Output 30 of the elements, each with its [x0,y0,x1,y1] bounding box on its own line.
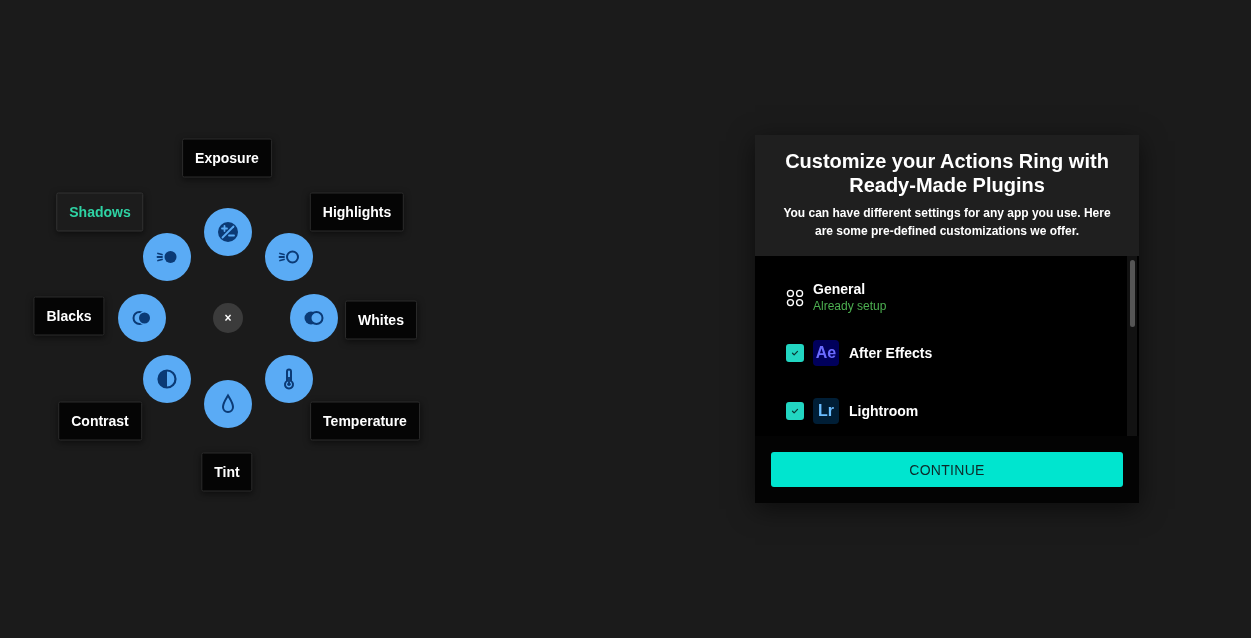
action-label: Shadows [56,192,144,232]
app-logo: Ae [813,340,839,366]
ring-action-button[interactable] [204,380,252,428]
plugin-name: General [813,281,867,298]
checkbox[interactable] [786,344,804,362]
plugin-name: After Effects [849,344,933,362]
dialog-title: Customize your Actions Ring with Ready-Made Plugins [784,149,1110,197]
checkmark-icon [790,348,800,358]
action-label: Exposure [182,138,272,178]
ring-action-button[interactable] [118,294,166,342]
four-circles-icon [785,288,805,308]
dialog-description: You can have different settings for any app you use. Here are some pre-defined customizations we offer. [782,205,1112,240]
action-label: Temperature [310,401,420,441]
close-button[interactable]: × [213,303,243,333]
checkmark-icon [790,406,800,416]
scrollbar-thumb[interactable] [1130,260,1135,327]
ring-action-button[interactable] [290,294,338,342]
action-label: Blacks [33,296,105,336]
action-label: Whites [345,300,417,340]
scrollbar-track[interactable] [1127,256,1137,436]
action-label: Highlights [309,192,405,232]
action-label: Contrast [58,401,142,441]
continue-button[interactable]: CONTINUE [771,452,1123,487]
plugin-name: Lightroom [849,402,919,420]
checkbox[interactable] [786,402,804,420]
app-logo: Lr [813,398,839,424]
plus-minus-circle-icon [216,220,240,244]
action-label: Tint [201,452,253,492]
plugin-status: Already setup [813,298,887,315]
ring-action-button[interactable] [204,208,252,256]
